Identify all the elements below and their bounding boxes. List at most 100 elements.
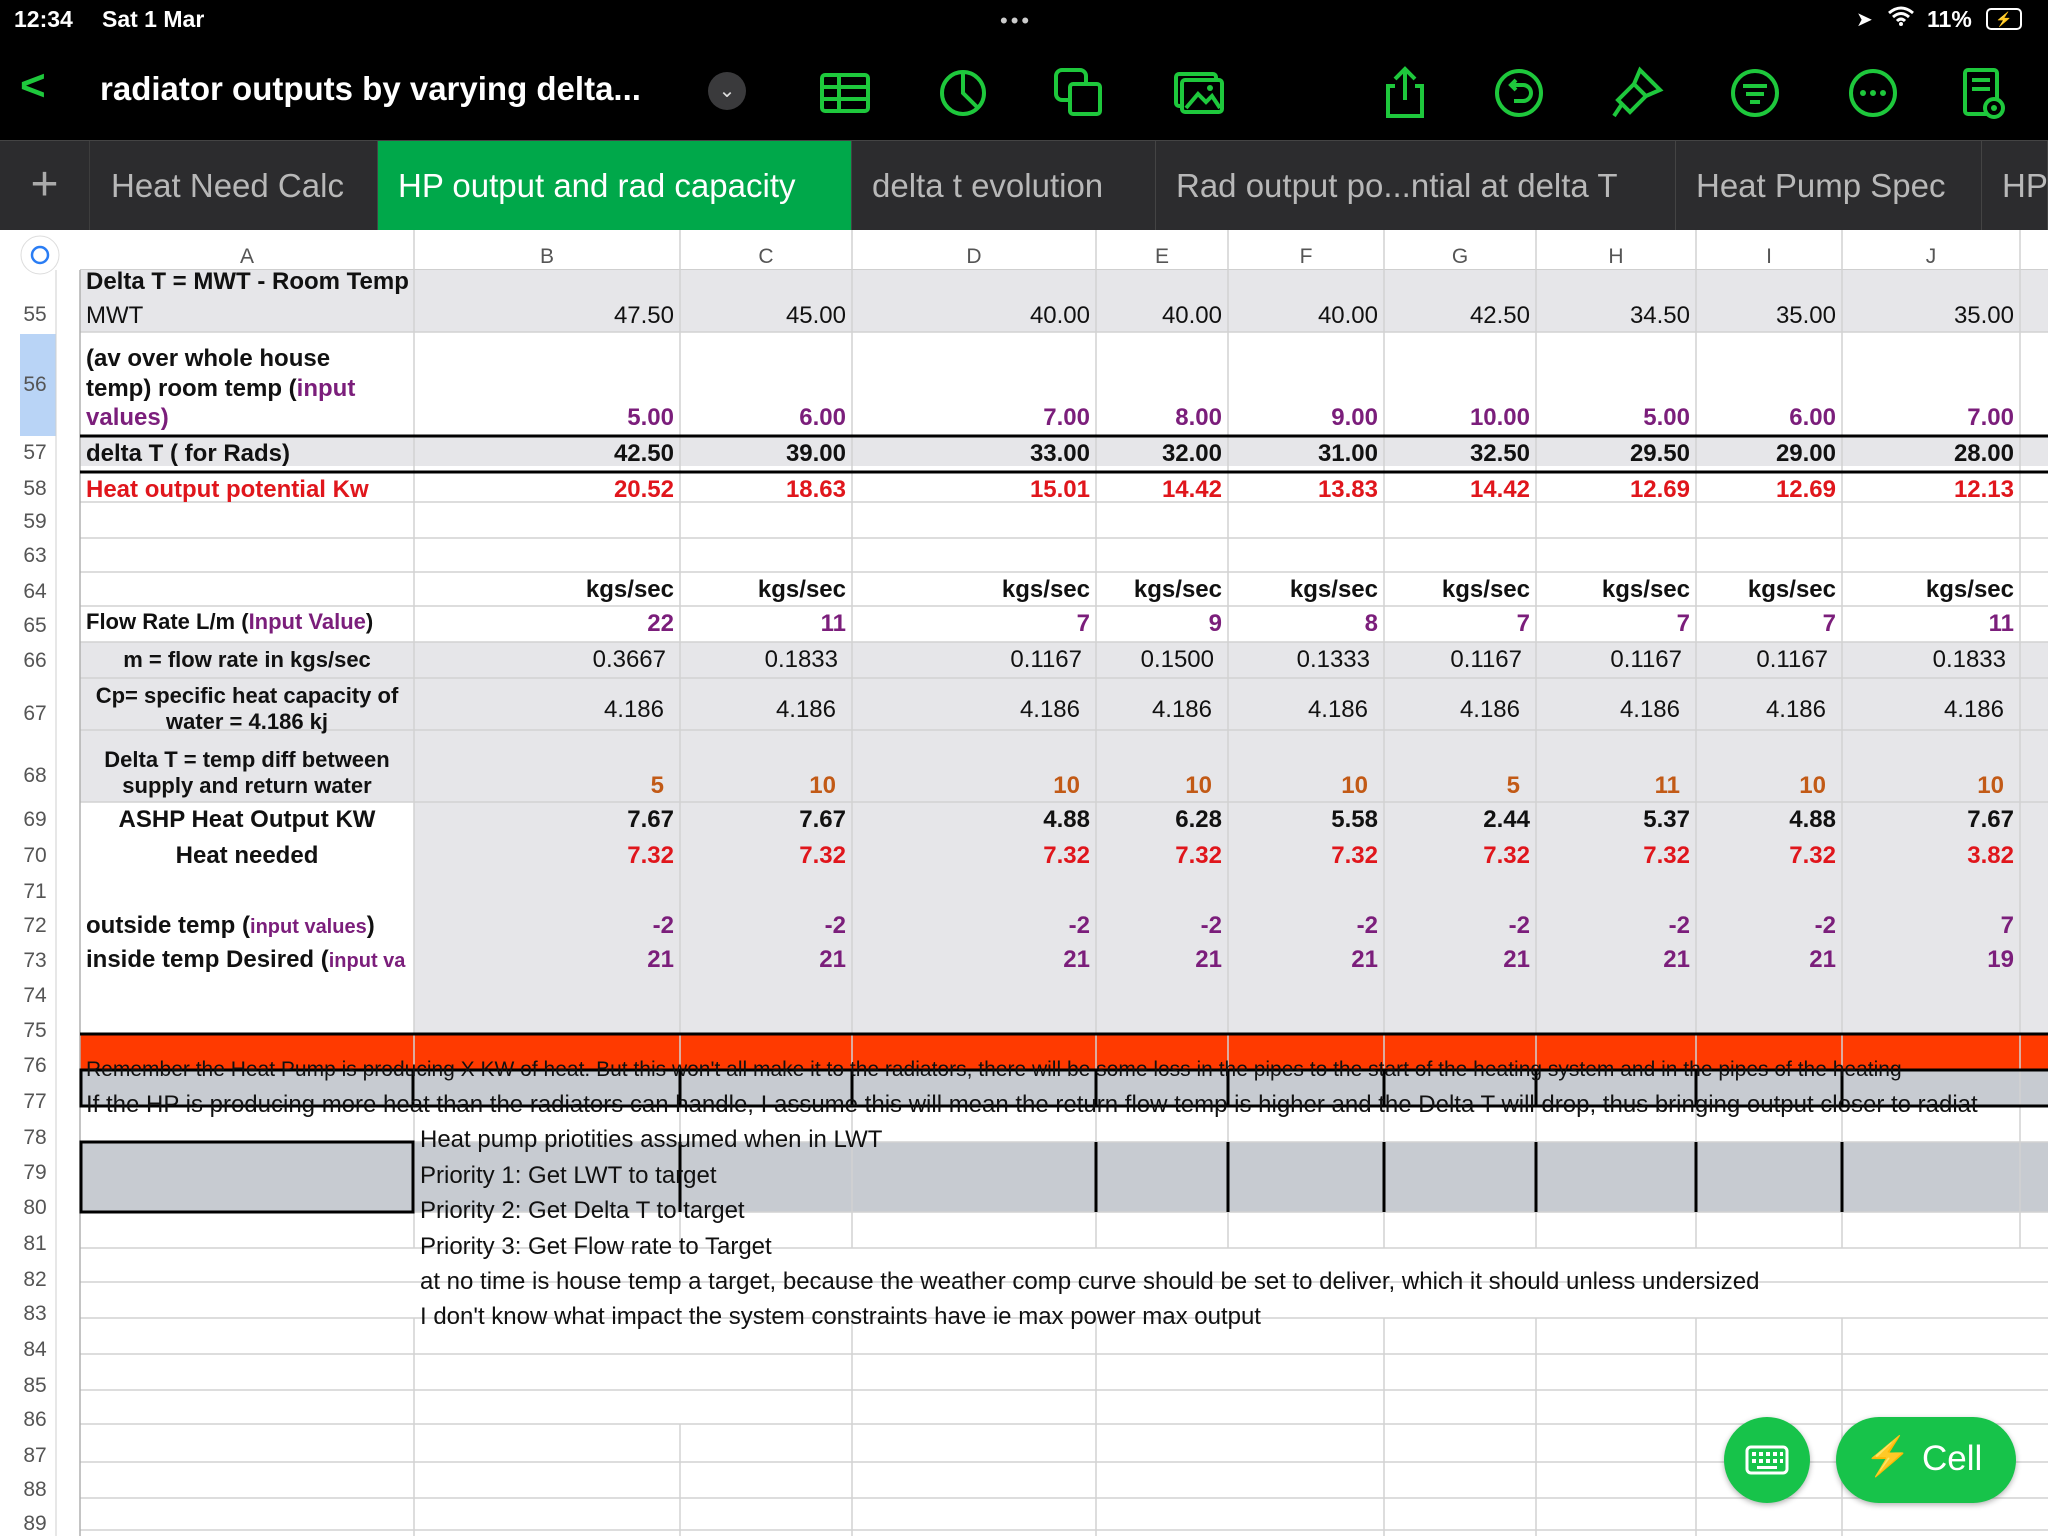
cell-value[interactable]: 7.32 xyxy=(646,842,846,870)
keyboard-button[interactable] xyxy=(1724,1417,1810,1503)
cell-value[interactable]: 7.00 xyxy=(1814,404,2014,432)
cell-value[interactable]: 3.82 xyxy=(1814,842,2014,870)
cell-label[interactable]: (av over whole house xyxy=(86,345,330,373)
row-header[interactable]: 81 xyxy=(14,1232,56,1256)
document-title[interactable]: radiator outputs by varying delta... xyxy=(100,70,641,108)
cell-format-button[interactable]: ⚡ Cell xyxy=(1836,1417,2016,1503)
row-header[interactable]: 79 xyxy=(14,1161,56,1185)
cell-value[interactable]: 10 xyxy=(1626,772,1826,800)
row-header[interactable]: 87 xyxy=(14,1444,56,1468)
cell-value[interactable]: kgs/sec xyxy=(1636,576,1836,604)
cell-value[interactable]: 42.50 xyxy=(474,440,674,468)
cell-value[interactable]: 4.88 xyxy=(1636,806,1836,834)
cell-value[interactable]: 7 xyxy=(1636,610,1836,638)
media-icon[interactable] xyxy=(1172,66,1226,120)
add-sheet-button[interactable]: + xyxy=(0,141,90,231)
undo-icon[interactable] xyxy=(1492,66,1546,120)
row-header[interactable]: 84 xyxy=(14,1338,56,1362)
cell-label[interactable]: Delta T = MWT - Room Temp xyxy=(86,268,409,296)
row-header[interactable]: 64 xyxy=(14,580,56,604)
row-header[interactable]: 83 xyxy=(14,1302,56,1326)
row-header[interactable]: 85 xyxy=(14,1374,56,1398)
note-text[interactable]: Remember the Heat Pump is producing X KW… xyxy=(86,1056,2046,1084)
cell-value[interactable]: 10 xyxy=(1804,772,2004,800)
row-header[interactable]: 80 xyxy=(14,1196,56,1220)
cell-label[interactable]: supply and return water xyxy=(80,772,414,800)
cell-value[interactable]: 7.32 xyxy=(474,842,674,870)
back-chevron-icon[interactable]: < xyxy=(20,64,46,108)
cell-value[interactable]: kgs/sec xyxy=(474,576,674,604)
cell-value[interactable]: 7.67 xyxy=(474,806,674,834)
row-header[interactable]: 78 xyxy=(14,1126,56,1150)
table-icon[interactable] xyxy=(818,66,872,120)
cell-value[interactable]: 47.50 xyxy=(474,302,674,330)
note-text[interactable]: Priority 2: Get Delta T to target xyxy=(420,1197,745,1225)
row-header[interactable]: 55 xyxy=(14,303,56,327)
shapes-icon[interactable] xyxy=(1052,66,1106,120)
row-header[interactable]: 63 xyxy=(14,544,56,568)
share-icon[interactable] xyxy=(1378,66,1432,120)
cell-value[interactable]: 0.1833 xyxy=(638,646,838,674)
cell-label[interactable]: values) xyxy=(86,404,169,432)
cell-value[interactable]: 12.69 xyxy=(1636,476,1836,504)
cell-value[interactable]: 4.186 xyxy=(1626,696,1826,724)
row-header[interactable]: 68 xyxy=(14,764,56,788)
row-header[interactable]: 73 xyxy=(14,949,56,973)
row-header[interactable]: 77 xyxy=(14,1090,56,1114)
more-icon[interactable] xyxy=(1846,66,1900,120)
cell-value[interactable]: 4.186 xyxy=(1804,696,2004,724)
column-header-h[interactable]: H xyxy=(1536,245,1696,269)
multitasking-dots[interactable]: ••• xyxy=(1000,8,1032,34)
row-header[interactable]: 58 xyxy=(14,477,56,501)
column-header-e[interactable]: E xyxy=(1096,245,1228,269)
cell-value[interactable]: 35.00 xyxy=(1814,302,2014,330)
cell-value[interactable]: 0.3667 xyxy=(466,646,666,674)
tab-rad-output-potential[interactable]: Rad output po...ntial at delta T xyxy=(1156,141,1676,231)
column-header-d[interactable]: D xyxy=(852,245,1096,269)
row-header[interactable]: 65 xyxy=(14,614,56,638)
cell-value[interactable]: 4.186 xyxy=(636,696,836,724)
cell-label[interactable]: Cp= specific heat capacity of xyxy=(80,682,414,710)
select-all-button[interactable] xyxy=(21,236,59,274)
cell-label[interactable]: Heat output potential Kw xyxy=(86,476,369,504)
note-text[interactable]: Priority 1: Get LWT to target xyxy=(420,1162,717,1190)
cell-value[interactable]: 21 xyxy=(646,946,846,974)
cell-value[interactable]: -2 xyxy=(1636,912,1836,940)
cell-value[interactable]: 6.00 xyxy=(646,404,846,432)
note-text[interactable]: Priority 3: Get Flow rate to Target xyxy=(420,1233,772,1261)
note-text[interactable]: at no time is house temp a target, becau… xyxy=(420,1268,1759,1296)
view-options-icon[interactable] xyxy=(1956,66,2010,120)
cell-label[interactable]: m = flow rate in kgs/sec xyxy=(80,646,414,674)
cell-label[interactable]: delta T ( for Rads) xyxy=(86,440,290,468)
column-header-f[interactable]: F xyxy=(1228,245,1384,269)
cell-label[interactable]: ASHP Heat Output KW xyxy=(80,806,414,834)
title-menu-chevron-icon[interactable]: ⌄ xyxy=(708,72,746,110)
cell-label[interactable]: MWT xyxy=(86,302,143,330)
column-header-c[interactable]: C xyxy=(680,245,852,269)
tab-delta-t-evolution[interactable]: delta t evolution xyxy=(852,141,1156,231)
cell-value[interactable]: 7.32 xyxy=(1636,842,1836,870)
cell-label[interactable]: water = 4.186 kj xyxy=(80,708,414,736)
cell-value[interactable]: 7.67 xyxy=(1814,806,2014,834)
cell-value[interactable]: 7 xyxy=(1814,912,2014,940)
cell-value[interactable]: kgs/sec xyxy=(1814,576,2014,604)
cell-value[interactable]: 12.13 xyxy=(1814,476,2014,504)
cell-value[interactable]: 21 xyxy=(1636,946,1836,974)
cell-label[interactable]: Heat needed xyxy=(80,842,414,870)
cell-value[interactable]: 6.00 xyxy=(1636,404,1836,432)
column-header-i[interactable]: I xyxy=(1696,245,1842,269)
row-header[interactable]: 69 xyxy=(14,808,56,832)
cell-value[interactable]: 5.00 xyxy=(474,404,674,432)
cell-value[interactable]: 4.186 xyxy=(464,696,664,724)
column-header-j[interactable]: J xyxy=(1842,245,2020,269)
tab-hp-output-rad-capacity[interactable]: HP output and rad capacity xyxy=(378,141,852,231)
row-header[interactable]: 89 xyxy=(14,1512,56,1536)
cell-value[interactable]: 20.52 xyxy=(474,476,674,504)
row-header[interactable]: 74 xyxy=(14,984,56,1008)
cell-value[interactable]: 29.00 xyxy=(1636,440,1836,468)
cell-label[interactable]: Delta T = temp diff between xyxy=(80,746,414,774)
format-brush-icon[interactable] xyxy=(1610,66,1664,120)
tab-hp[interactable]: HP xyxy=(1982,141,2048,231)
cell-value[interactable]: kgs/sec xyxy=(646,576,846,604)
cell-value[interactable]: 11 xyxy=(1814,610,2014,638)
